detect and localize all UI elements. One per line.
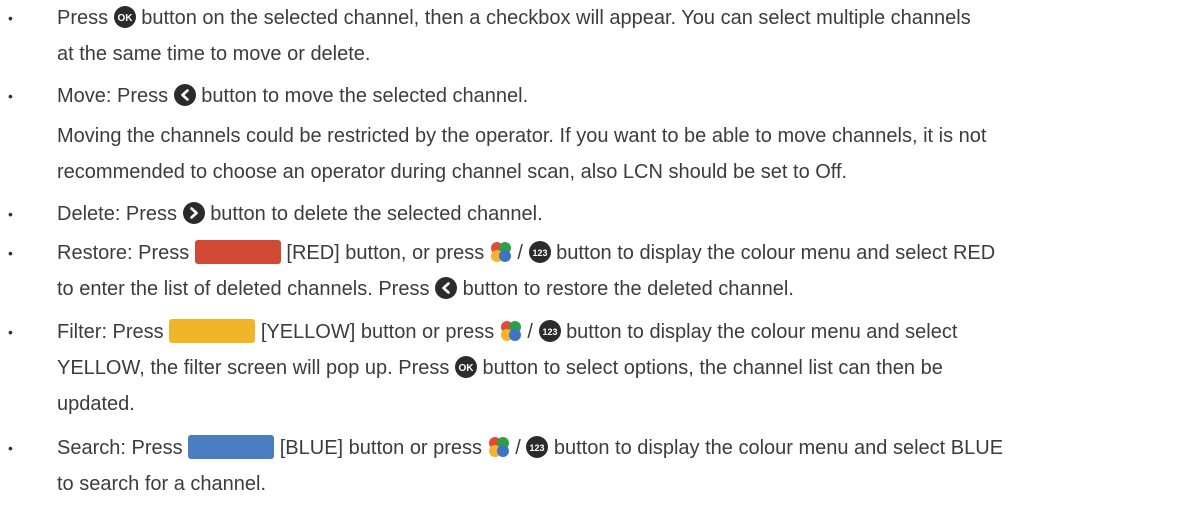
bullet: • [8,88,13,104]
bullet: • [8,440,13,456]
number-123-icon: 123 [528,239,551,263]
item-text: button to delete the selected channel. [210,203,543,225]
svg-text:123: 123 [530,443,545,453]
colour-menu-icon [490,239,512,262]
ok-icon: OK [454,356,477,378]
yellow-button [169,319,256,343]
number-123-icon: 123 [526,434,549,458]
list-item: • Press OK button on the selected channe… [8,0,1180,72]
item-text: at the same time to move or delete. [57,43,371,65]
separator: / [517,242,523,264]
item-text: button to select options, the channel li… [482,357,943,379]
item-text: Delete: Press [57,203,178,225]
bullet: • [8,206,13,222]
ok-icon: OK [113,6,136,28]
item-text: to enter the list of deleted channels. P… [57,278,430,300]
list-item: • Search: Press [BLUE] button or press /… [8,430,1180,502]
item-text: updated. [57,393,135,415]
separator: / [515,437,521,459]
item-text: button to restore the deleted channel. [462,278,794,300]
item-text: [RED] button, or press [286,242,485,264]
item-text: Filter: Press [57,321,164,343]
colour-menu-icon [500,318,522,341]
item-text: Search: Press [57,437,183,459]
item-text: button to display the colour menu and se… [566,321,958,343]
list-item: • Filter: Press [YELLOW] button or press… [8,314,1180,422]
svg-text:OK: OK [117,13,133,24]
item-text: to search for a channel. [57,473,267,495]
svg-text:OK: OK [458,363,474,374]
item-text: Press [57,7,109,29]
item-text: button to display the colour menu and se… [556,242,996,264]
blue-button [188,435,275,459]
colour-menu-icon [488,434,510,457]
svg-text:123: 123 [542,327,557,337]
right-arrow-icon [182,202,205,224]
item-text: button to move the selected channel. [201,85,529,107]
bullet: • [8,245,13,261]
separator: / [527,321,533,343]
number-123-icon: 123 [538,318,561,342]
item-text: button on the selected channel, then a c… [141,7,971,29]
item-text: [BLUE] button or press [279,437,483,459]
list-item: • Restore: Press [RED] button, or press … [8,235,1180,307]
left-arrow-icon [173,84,196,106]
item-text: button to display the colour menu and se… [553,437,1004,459]
item-text: Restore: Press [57,242,190,264]
left-arrow-icon [435,277,458,299]
red-button [194,240,281,264]
list-item: • Delete: Press button to delete the sel… [8,196,1180,232]
item-text: [YELLOW] button or press [260,321,495,343]
item-text: YELLOW, the filter screen will pop up. P… [57,357,450,379]
list-item: • Move: Press button to move the selecte… [8,78,1180,114]
note-line: recommended to choose an operator during… [57,161,848,183]
bullet: • [8,10,13,26]
bullet: • [8,324,13,340]
svg-text:123: 123 [532,248,547,258]
note-line: Moving the channels could be restricted … [57,125,987,147]
note-paragraph: Moving the channels could be restricted … [57,118,1180,190]
item-text: Move: Press [57,85,169,107]
